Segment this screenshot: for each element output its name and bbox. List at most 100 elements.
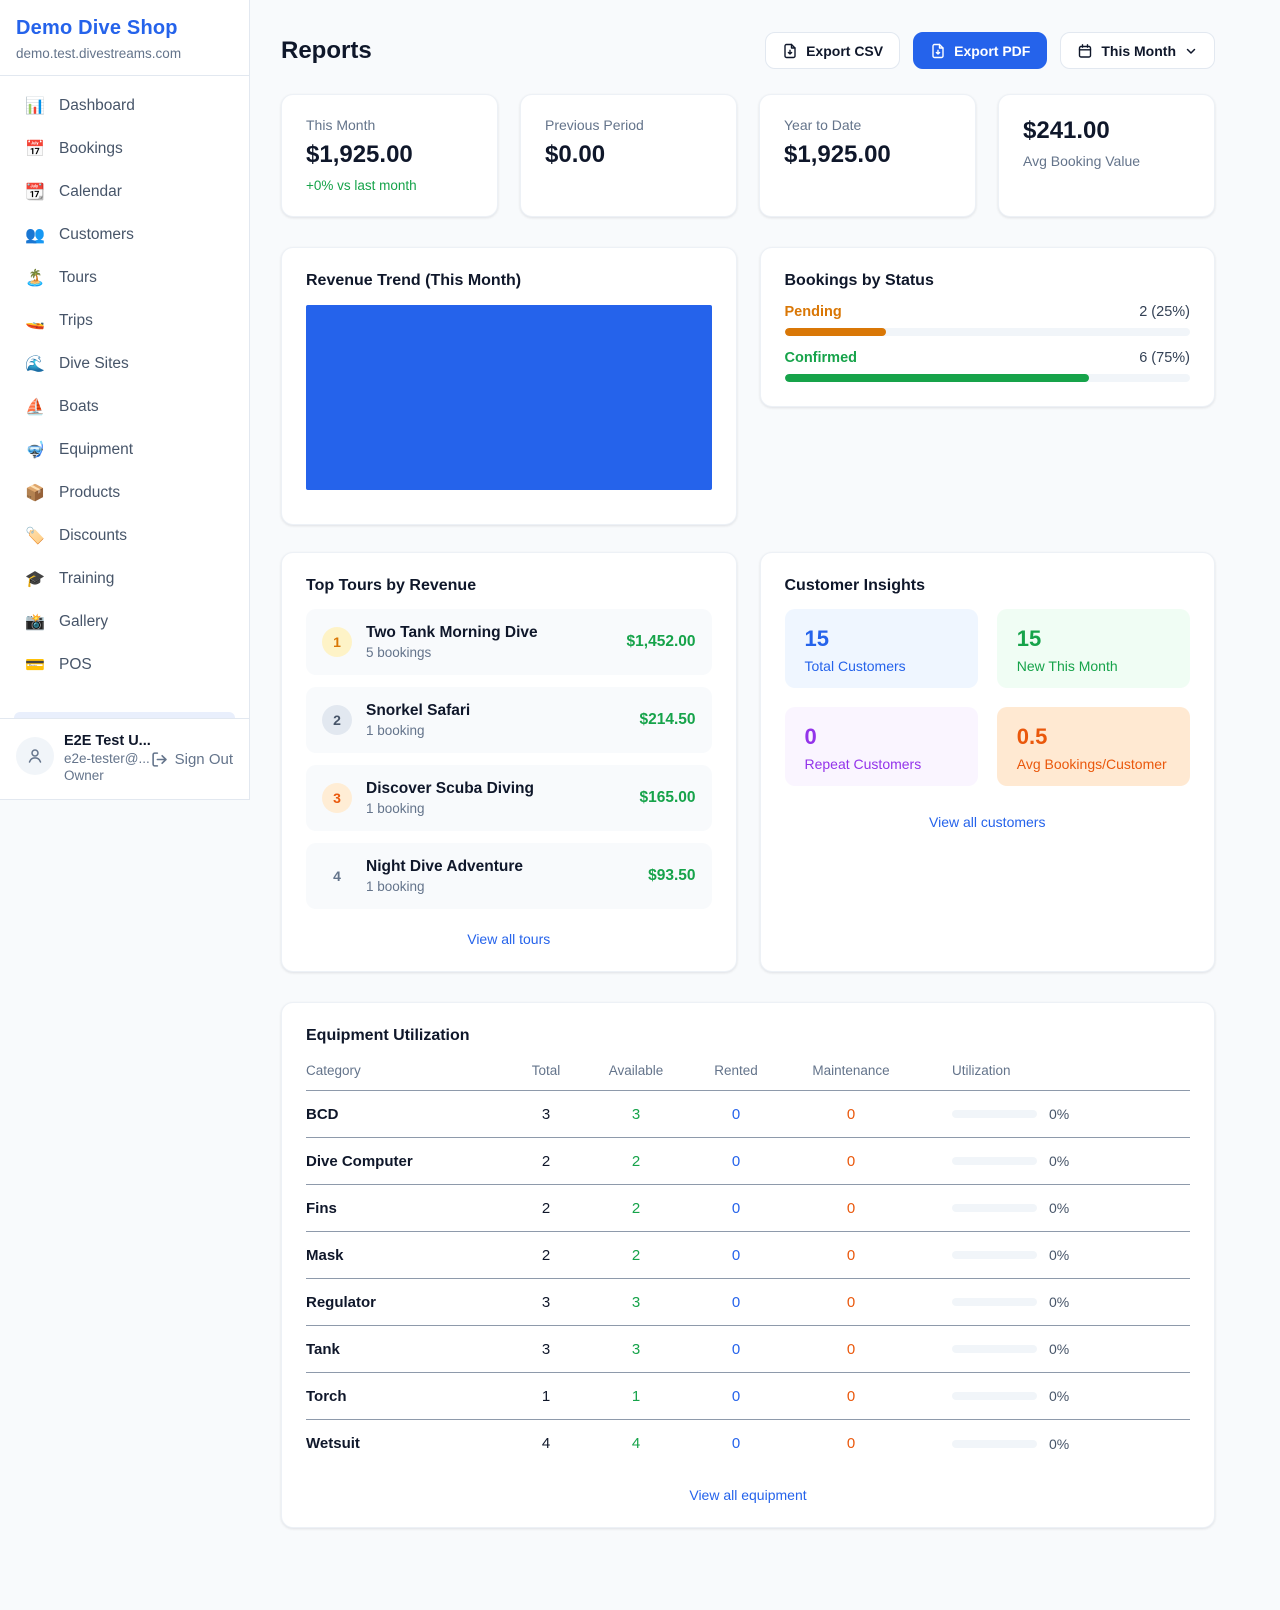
equipment-available: 4 bbox=[586, 1435, 686, 1452]
insight-tile-new-this-month: 15 New This Month bbox=[997, 609, 1190, 688]
table-row: Dive Computer 2 2 0 0 0% bbox=[306, 1138, 1190, 1185]
sidebar-item-dive-sites[interactable]: 🌊 Dive Sites bbox=[0, 342, 249, 385]
rank-badge: 4 bbox=[322, 861, 352, 891]
sidebar: Demo Dive Shop demo.test.divestreams.com… bbox=[0, 0, 250, 800]
sidebar-item-discounts[interactable]: 🏷️ Discounts bbox=[0, 514, 249, 557]
period-dropdown[interactable]: This Month bbox=[1060, 32, 1215, 69]
sidebar-item-boats[interactable]: ⛵ Boats bbox=[0, 385, 249, 428]
insight-value: 0.5 bbox=[1017, 724, 1170, 750]
view-all-equipment-link[interactable]: View all equipment bbox=[306, 1487, 1190, 1503]
sidebar-item-label: Dive Sites bbox=[59, 355, 129, 373]
utilization-label: 0% bbox=[1049, 1200, 1069, 1216]
insights-row: Top Tours by Revenue 1 Two Tank Morning … bbox=[281, 552, 1215, 972]
equipment-maintenance: 0 bbox=[786, 1153, 916, 1170]
sidebar-item-trips[interactable]: 🚤 Trips bbox=[0, 299, 249, 342]
utilization-label: 0% bbox=[1049, 1153, 1069, 1169]
tour-amount: $1,452.00 bbox=[627, 633, 696, 651]
utilization-label: 0% bbox=[1049, 1388, 1069, 1404]
equipment-utilization: 0% bbox=[916, 1436, 1190, 1452]
sidebar-item-customers[interactable]: 👥 Customers bbox=[0, 213, 249, 256]
page-title: Reports bbox=[281, 37, 372, 65]
sidebar-item-tours[interactable]: 🏝️ Tours bbox=[0, 256, 249, 299]
equipment-utilization: 0% bbox=[916, 1294, 1190, 1310]
brand-domain: demo.test.divestreams.com bbox=[16, 46, 233, 61]
progress-track bbox=[785, 374, 1191, 382]
status-row-pending: Pending 2 (25%) bbox=[785, 304, 1191, 336]
utilization-bar-track bbox=[952, 1251, 1037, 1259]
top-tours-title: Top Tours by Revenue bbox=[306, 577, 712, 595]
equipment-category: Torch bbox=[306, 1388, 506, 1405]
insight-grid: 15 Total Customers 15 New This Month 0 R… bbox=[785, 609, 1191, 786]
user-name: E2E Test U... bbox=[64, 733, 141, 749]
revenue-trend-card: Revenue Trend (This Month) bbox=[281, 247, 737, 525]
equipment-available: 2 bbox=[586, 1200, 686, 1217]
credit-card-icon: 💳 bbox=[24, 655, 46, 675]
view-all-tours-link[interactable]: View all tours bbox=[306, 931, 712, 947]
utilization-label: 0% bbox=[1049, 1294, 1069, 1310]
user-email: e2e-tester@... bbox=[64, 751, 141, 766]
export-pdf-button[interactable]: Export PDF bbox=[913, 32, 1047, 69]
tour-bookings: 1 booking bbox=[366, 879, 634, 894]
utilization-bar-track bbox=[952, 1298, 1037, 1306]
equipment-total: 1 bbox=[506, 1388, 586, 1405]
sidebar-item-bookings[interactable]: 📅 Bookings bbox=[0, 127, 249, 170]
status-label: Pending bbox=[785, 304, 842, 320]
view-all-customers-link[interactable]: View all customers bbox=[785, 814, 1191, 830]
status-count: 2 (25%) bbox=[1139, 304, 1190, 320]
equipment-utilization: 0% bbox=[916, 1341, 1190, 1357]
file-download-icon bbox=[782, 43, 798, 59]
sidebar-item-equipment[interactable]: 🤿 Equipment bbox=[0, 428, 249, 471]
status-label: Confirmed bbox=[785, 350, 858, 366]
user-icon bbox=[25, 746, 45, 766]
nav-item-partial-highlight bbox=[14, 712, 235, 718]
insight-tile-avg-bookings: 0.5 Avg Bookings/Customer bbox=[997, 707, 1190, 786]
avatar bbox=[16, 737, 54, 775]
file-download-icon bbox=[930, 43, 946, 59]
top-tours-card: Top Tours by Revenue 1 Two Tank Morning … bbox=[281, 552, 737, 972]
stat-card-previous-period: Previous Period $0.00 bbox=[520, 94, 737, 217]
sidebar-item-label: Trips bbox=[59, 312, 93, 330]
equipment-rented: 0 bbox=[686, 1435, 786, 1452]
page-header: Reports Export CSV Export PDF bbox=[281, 32, 1215, 69]
export-csv-button[interactable]: Export CSV bbox=[765, 32, 900, 69]
brand: Demo Dive Shop demo.test.divestreams.com bbox=[0, 0, 249, 76]
equipment-total: 2 bbox=[506, 1153, 586, 1170]
stats-grid: This Month $1,925.00 +0% vs last month P… bbox=[281, 94, 1215, 217]
equipment-rented: 0 bbox=[686, 1200, 786, 1217]
table-header-row: Category Total Available Rented Maintena… bbox=[306, 1063, 1190, 1091]
bookings-calendar-icon: 📅 bbox=[24, 139, 46, 159]
sidebar-item-calendar[interactable]: 📆 Calendar bbox=[0, 170, 249, 213]
equipment-available: 2 bbox=[586, 1153, 686, 1170]
sign-out-button[interactable]: Sign Out bbox=[151, 751, 233, 768]
equipment-maintenance: 0 bbox=[786, 1200, 916, 1217]
equipment-utilization: 0% bbox=[916, 1247, 1190, 1263]
sidebar-item-gallery[interactable]: 📸 Gallery bbox=[0, 600, 249, 643]
sidebar-item-training[interactable]: 🎓 Training bbox=[0, 557, 249, 600]
equipment-category: Mask bbox=[306, 1247, 506, 1264]
equipment-total: 2 bbox=[506, 1247, 586, 1264]
diving-mask-icon: 🤿 bbox=[24, 440, 46, 460]
progress-fill-pending bbox=[785, 328, 886, 336]
tour-list-item: 1 Two Tank Morning Dive 5 bookings $1,45… bbox=[306, 609, 712, 675]
equipment-utilization-card: Equipment Utilization Category Total Ava… bbox=[281, 1002, 1215, 1528]
status-count: 6 (75%) bbox=[1139, 350, 1190, 366]
utilization-bar-track bbox=[952, 1392, 1037, 1400]
progress-track bbox=[785, 328, 1191, 336]
log-out-icon bbox=[151, 751, 168, 768]
tour-amount: $165.00 bbox=[639, 789, 695, 807]
customer-insights-card: Customer Insights 15 Total Customers 15 … bbox=[760, 552, 1216, 972]
column-header-total: Total bbox=[506, 1063, 586, 1078]
tour-list-item: 3 Discover Scuba Diving 1 booking $165.0… bbox=[306, 765, 712, 831]
sailboat-icon: ⛵ bbox=[24, 397, 46, 417]
main-content: Reports Export CSV Export PDF bbox=[250, 0, 1280, 1528]
tour-name: Snorkel Safari bbox=[366, 702, 625, 720]
insight-value: 0 bbox=[805, 724, 958, 750]
table-row: Wetsuit 4 4 0 0 0% bbox=[306, 1420, 1190, 1467]
sidebar-item-pos[interactable]: 💳 POS bbox=[0, 643, 249, 686]
sidebar-item-dashboard[interactable]: 📊 Dashboard bbox=[0, 84, 249, 127]
sidebar-item-label: Customers bbox=[59, 226, 134, 244]
sidebar-item-products[interactable]: 📦 Products bbox=[0, 471, 249, 514]
tour-bookings: 5 bookings bbox=[366, 645, 613, 660]
equipment-available: 2 bbox=[586, 1247, 686, 1264]
equipment-category: Fins bbox=[306, 1200, 506, 1217]
